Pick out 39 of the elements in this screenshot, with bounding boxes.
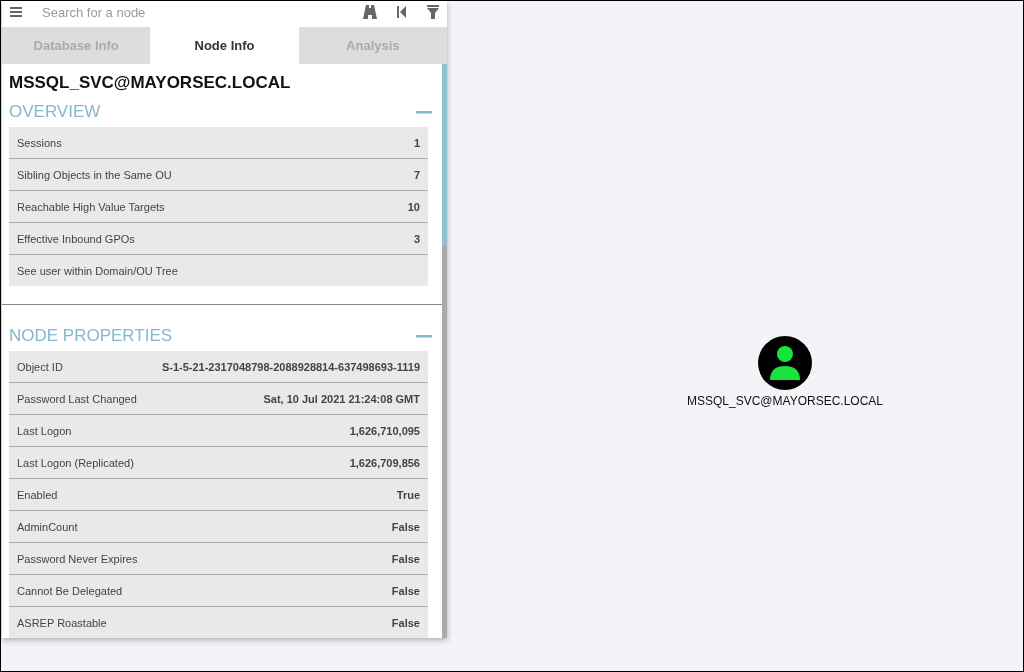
property-value: Sat, 10 Jul 2021 21:24:08 GMT: [263, 392, 420, 405]
property-label: Password Last Changed: [17, 392, 137, 405]
property-label: Object ID: [17, 360, 63, 373]
property-label: See user within Domain/OU Tree: [17, 264, 178, 277]
scrollbar[interactable]: [442, 64, 447, 638]
section-title: NODE PROPERTIES: [9, 326, 173, 346]
property-label: Sessions: [17, 136, 62, 149]
property-value: 1,626,710,095: [349, 424, 420, 437]
skip-back-icon[interactable]: [397, 6, 407, 18]
property-value: S-1-5-21-2317048798-2088928814-637498693-1119: [161, 360, 420, 373]
property-value: False: [391, 616, 420, 629]
menu-icon[interactable]: [10, 7, 22, 17]
property-label: Sibling Objects in the Same OU: [17, 168, 172, 181]
property-label: ASREP Roastable: [17, 616, 107, 629]
property-value: 1,626,709,856: [349, 456, 420, 469]
property-row[interactable]: See user within Domain/OU Tree: [9, 255, 428, 286]
property-label: Last Logon (Replicated): [17, 456, 134, 469]
search-field[interactable]: Search for a node: [42, 4, 343, 20]
property-value: 3: [413, 232, 420, 245]
property-value: 7: [413, 168, 420, 181]
property-label: Last Logon: [17, 424, 72, 437]
property-label: Cannot Be Delegated: [17, 584, 123, 597]
section-title: OVERVIEW: [9, 102, 101, 122]
node-label: MSSQL_SVC@MAYORSEC.LOCAL: [687, 394, 883, 408]
node-title: MSSQL_SVC@MAYORSEC.LOCAL: [9, 73, 292, 93]
property-label: Reachable High Value Targets: [17, 200, 165, 213]
property-label: Enabled: [17, 488, 58, 501]
property-label: Password Never Expires: [17, 552, 138, 565]
property-value: False: [391, 552, 420, 565]
property-value: 1: [413, 136, 420, 149]
property-value: True: [396, 488, 420, 501]
property-label: AdminCount: [17, 520, 78, 533]
property-value: False: [391, 520, 420, 533]
filter-icon[interactable]: [427, 5, 439, 19]
property-value: 10: [407, 200, 420, 213]
property-label: Effective Inbound GPOs: [17, 232, 135, 245]
property-value: False: [391, 584, 420, 597]
road-icon[interactable]: [363, 5, 377, 19]
user-node-icon[interactable]: [758, 336, 812, 390]
